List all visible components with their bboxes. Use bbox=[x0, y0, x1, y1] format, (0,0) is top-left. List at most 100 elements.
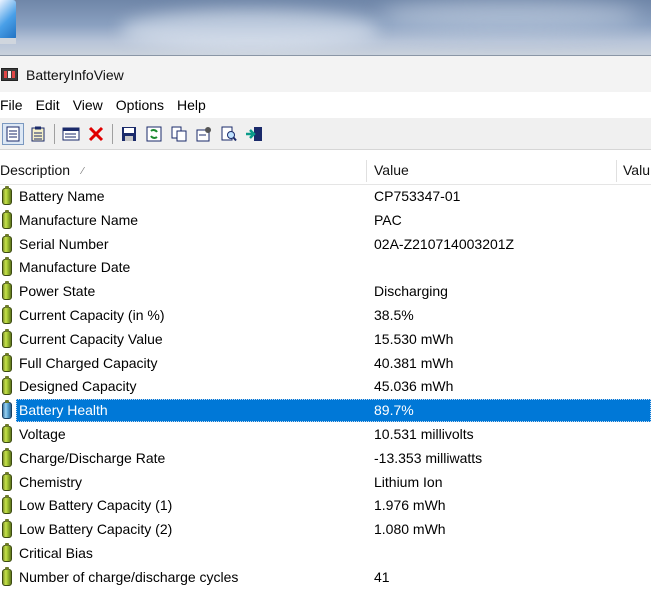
battery-icon bbox=[2, 400, 12, 420]
row-value: PAC bbox=[374, 211, 402, 228]
row-value: 1.080 mWh bbox=[374, 521, 446, 538]
menu-edit[interactable]: Edit bbox=[36, 97, 66, 113]
list-item[interactable]: Number of charge/discharge cycles 41 bbox=[0, 566, 651, 590]
menu-view[interactable]: View bbox=[73, 97, 109, 113]
toolbar bbox=[0, 118, 651, 150]
copy-icon[interactable] bbox=[168, 123, 190, 145]
row-description: Manufacture Date bbox=[19, 259, 131, 276]
list-item[interactable]: Current Capacity (in %) 38.5% bbox=[0, 304, 651, 328]
list-item[interactable]: Power State Discharging bbox=[0, 280, 651, 304]
battery-icon bbox=[2, 423, 12, 443]
app-battery-icon bbox=[1, 68, 18, 81]
row-value: 10.531 millivolts bbox=[374, 425, 474, 442]
menu-bar: File Edit View Options Help bbox=[0, 92, 651, 118]
menu-help[interactable]: Help bbox=[177, 97, 212, 113]
battery-icon bbox=[2, 328, 12, 348]
row-description: Low Battery Capacity (2) bbox=[19, 521, 173, 538]
row-description: Current Capacity Value bbox=[19, 330, 163, 347]
window-titlebar[interactable]: BatteryInfoView bbox=[0, 55, 651, 93]
row-description: Serial Number bbox=[19, 235, 109, 252]
battery-icon bbox=[2, 281, 12, 301]
find-icon[interactable] bbox=[218, 123, 240, 145]
row-description: Voltage bbox=[19, 425, 66, 442]
row-value: Lithium Ion bbox=[374, 473, 443, 490]
battery-icon bbox=[2, 257, 12, 277]
list-item[interactable]: Critical Bias bbox=[0, 542, 651, 566]
row-value: 38.5% bbox=[374, 306, 414, 323]
battery-icon bbox=[2, 209, 12, 229]
list-item[interactable]: Current Capacity Value 15.530 mWh bbox=[0, 328, 651, 352]
row-description: Battery Health bbox=[19, 402, 108, 419]
row-description: Current Capacity (in %) bbox=[19, 306, 165, 323]
row-description: Manufacture Name bbox=[19, 211, 139, 228]
properties-icon[interactable] bbox=[193, 123, 215, 145]
list-item[interactable]: Battery Name CP753347-01 bbox=[0, 185, 651, 209]
row-description: Full Charged Capacity bbox=[19, 354, 158, 371]
row-value: 45.036 mWh bbox=[374, 378, 454, 395]
list-item[interactable]: Chemistry Lithium Ion bbox=[0, 471, 651, 495]
desktop-icon-base bbox=[0, 38, 16, 44]
column-header-description[interactable]: Description ⁄ bbox=[0, 157, 84, 184]
row-value: 40.381 mWh bbox=[374, 354, 454, 371]
row-description: Charge/Discharge Rate bbox=[19, 449, 166, 466]
menu-file[interactable]: File bbox=[0, 97, 29, 113]
column-divider[interactable] bbox=[366, 160, 367, 182]
row-value: 02A-Z210714003201Z bbox=[374, 235, 515, 252]
row-value: -13.353 milliwatts bbox=[374, 449, 483, 466]
column-header-value-label: Value bbox=[374, 162, 409, 178]
list-item[interactable]: Low Battery Capacity (2) 1.080 mWh bbox=[0, 518, 651, 542]
row-value: 15.530 mWh bbox=[374, 330, 454, 347]
selection-highlight bbox=[16, 399, 651, 423]
sort-ascending-icon: ⁄ bbox=[82, 166, 84, 177]
desktop-cloud bbox=[120, 10, 380, 50]
battery-icon bbox=[2, 447, 12, 467]
row-value: Discharging bbox=[374, 283, 448, 300]
battery-icon bbox=[2, 376, 12, 396]
row-description: Battery Name bbox=[19, 188, 105, 204]
save-icon[interactable] bbox=[118, 123, 140, 145]
clipboard-view-icon[interactable] bbox=[27, 123, 49, 145]
battery-icon bbox=[2, 542, 12, 562]
battery-icon bbox=[2, 352, 12, 372]
battery-icon bbox=[2, 186, 12, 205]
column-header-value[interactable]: Value bbox=[374, 157, 409, 184]
list-item[interactable]: Designed Capacity 45.036 mWh bbox=[0, 375, 651, 399]
list-header: Description ⁄ Value Valu bbox=[0, 157, 651, 185]
list-item[interactable]: Manufacture Name PAC bbox=[0, 209, 651, 233]
column-header-description-label: Description bbox=[0, 162, 71, 178]
column-header-value-2-label: Valu bbox=[623, 162, 650, 178]
row-description: Number of charge/discharge cycles bbox=[19, 568, 239, 585]
battery-icon bbox=[2, 495, 12, 515]
row-description: Critical Bias bbox=[19, 544, 93, 561]
desktop-background bbox=[0, 0, 651, 55]
row-value: 41 bbox=[374, 568, 390, 585]
column-header-value-2[interactable]: Valu bbox=[623, 157, 650, 184]
list-item-selected[interactable]: Battery Health 89.7% bbox=[0, 399, 651, 423]
battery-icon bbox=[2, 233, 12, 253]
list-item[interactable]: Manufacture Date bbox=[0, 256, 651, 280]
row-description: Designed Capacity bbox=[19, 378, 137, 395]
window-icon[interactable] bbox=[60, 123, 82, 145]
window-title: BatteryInfoView bbox=[26, 66, 124, 83]
list-item[interactable]: Charge/Discharge Rate -13.353 milliwatts bbox=[0, 447, 651, 471]
delete-icon[interactable] bbox=[85, 123, 107, 145]
desktop-recycle-bin-icon[interactable] bbox=[0, 0, 16, 40]
row-description: Power State bbox=[19, 283, 96, 300]
list-item[interactable]: Full Charged Capacity 40.381 mWh bbox=[0, 352, 651, 376]
menu-options[interactable]: Options bbox=[116, 97, 170, 113]
properties-view-icon[interactable] bbox=[2, 122, 24, 145]
battery-icon bbox=[2, 304, 12, 324]
list-item[interactable]: Serial Number 02A-Z210714003201Z bbox=[0, 233, 651, 257]
column-divider[interactable] bbox=[616, 160, 617, 182]
row-value: 89.7% bbox=[374, 402, 414, 419]
battery-icon bbox=[2, 519, 12, 539]
exit-icon[interactable] bbox=[243, 123, 265, 145]
row-description: Low Battery Capacity (1) bbox=[19, 497, 173, 514]
toolbar-separator bbox=[54, 123, 55, 144]
list-item[interactable]: Voltage 10.531 millivolts bbox=[0, 423, 651, 447]
row-value: 1.976 mWh bbox=[374, 497, 446, 514]
refresh-icon[interactable] bbox=[143, 123, 165, 145]
list-item[interactable]: Low Battery Capacity (1) 1.976 mWh bbox=[0, 494, 651, 518]
battery-icon bbox=[2, 471, 12, 491]
desktop-cloud bbox=[380, 0, 640, 30]
